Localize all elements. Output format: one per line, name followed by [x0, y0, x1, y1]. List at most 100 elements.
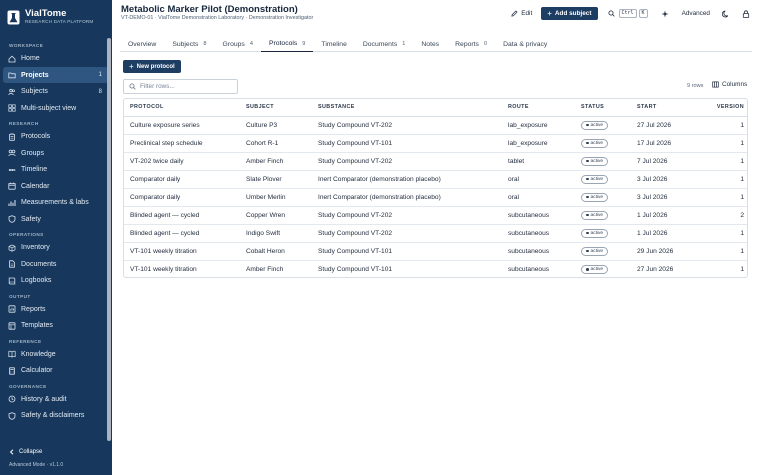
table-row[interactable]: Blinded agent — cycled Indigo Swift Study …	[124, 224, 747, 243]
sidebar-scrollbar[interactable]	[107, 38, 111, 441]
tab-label: Timeline	[321, 40, 347, 48]
sidebar-item-knowledge[interactable]: Knowledge	[3, 346, 108, 362]
status-dot-icon	[586, 213, 589, 217]
brand[interactable]: VialTome RESEARCH DATA PLATFORM	[0, 0, 112, 34]
status-text: active	[590, 212, 604, 218]
tab-notes[interactable]: Notes	[413, 36, 447, 52]
sidebar-item-calendar[interactable]: Calendar	[3, 178, 108, 194]
substance-cell: Study Compound VT-202	[312, 116, 502, 135]
tab-subjects[interactable]: Subjects 8	[164, 36, 214, 52]
sidebar-item-history-audit[interactable]: History & audit	[3, 391, 108, 407]
sidebar-item-reports[interactable]: Reports	[3, 301, 108, 317]
status-badge: active	[581, 174, 609, 184]
sidebar-item-inventory[interactable]: Inventory	[3, 240, 108, 256]
columns-icon	[712, 81, 719, 88]
table-row[interactable]: Preclinical step schedule Cohort R-1 Study…	[124, 134, 747, 153]
tab-label: Overview	[128, 40, 157, 48]
page-header: Metabolic Marker Pilot (Demonstration) V…	[112, 0, 760, 28]
status-cell: active	[575, 224, 631, 243]
command-search-button[interactable]: Ctrl K	[607, 9, 650, 18]
substance-cell: Study Compound VT-202	[312, 206, 502, 225]
tab-groups[interactable]: Groups 4	[215, 36, 261, 52]
collapse-button[interactable]: Collapse	[0, 445, 112, 459]
route-cell: lab_exposure	[502, 134, 575, 153]
column-header-start[interactable]: START	[631, 99, 699, 117]
start-cell: 1 Jul 2026	[631, 224, 699, 243]
filter-rows-field[interactable]	[123, 79, 238, 94]
sidebar-item-count: 8	[98, 88, 102, 95]
table-row[interactable]: Comparator daily Slate Plover Inert Compar…	[124, 170, 747, 189]
search-icon	[607, 10, 615, 17]
sidebar-item-projects[interactable]: Projects 1	[3, 67, 108, 83]
column-header-status[interactable]: STATUS	[575, 99, 631, 117]
status-badge: active	[581, 192, 609, 202]
home-icon	[8, 55, 16, 63]
sidebar-nav: WORKSPACE Home Projects 1 Subjects 8 Multi-sub…	[0, 38, 112, 445]
add-subject-button[interactable]: + Add subject	[541, 7, 598, 20]
sidebar-item-subjects[interactable]: Subjects 8	[3, 84, 108, 100]
lock-button[interactable]	[741, 9, 750, 18]
status-cell: active	[575, 260, 631, 277]
edit-button[interactable]: Edit	[506, 7, 537, 20]
protocols-table-container: PROTOCOL SUBJECT SUBSTANCE ROUTE STATUS START…	[123, 98, 748, 278]
chart-icon	[8, 199, 16, 207]
tab-protocols[interactable]: Protocols 9	[260, 36, 314, 52]
column-header-subject[interactable]: SUBJECT	[240, 99, 312, 117]
sidebar-item-calculator[interactable]: Calculator	[3, 363, 108, 379]
table-row[interactable]: Culture exposure series Culture P3 Study C…	[124, 116, 747, 135]
subject-cell: Cobalt Heron	[240, 242, 312, 261]
table-row[interactable]: Comparator daily Umber Merlin Inert Compar…	[124, 188, 747, 207]
substance-cell: Inert Comparator (demonstration placebo)	[312, 188, 502, 207]
sidebar-item-home[interactable]: Home	[3, 51, 108, 67]
sidebar-item-templates[interactable]: Templates	[3, 318, 108, 334]
new-protocol-button[interactable]: + New protocol	[123, 60, 181, 73]
tab-data-privacy[interactable]: Data & privacy	[495, 36, 555, 52]
columns-button[interactable]: Columns	[712, 81, 747, 88]
start-cell: 29 Jun 2026	[631, 242, 699, 261]
protocol-cell: VT-101 weekly titration	[130, 265, 197, 273]
sidebar-item-safety-disclaimers[interactable]: Safety & disclaimers	[3, 408, 108, 424]
table-row[interactable]: VT-101 weekly titration Cobalt Heron Study…	[124, 242, 747, 261]
users-icon	[8, 88, 16, 96]
protocol-cell: VT-202 twice daily	[124, 152, 240, 171]
grid-icon	[8, 104, 16, 112]
sidebar-item-label: Documents	[21, 260, 57, 268]
tab-documents[interactable]: Documents 1	[355, 36, 414, 52]
sidebar-item-multi-subject-view[interactable]: Multi-subject view	[3, 100, 108, 116]
edit-label: Edit	[521, 10, 533, 17]
subject-cell: Cohort R-1	[240, 134, 312, 153]
sidebar-item-groups[interactable]: Groups	[3, 145, 108, 161]
table-row[interactable]: Blinded agent — cycled Copper Wren Study C…	[124, 206, 747, 225]
column-header-protocol[interactable]: PROTOCOL	[124, 99, 240, 117]
tab-overview[interactable]: Overview	[120, 36, 164, 52]
protocol-cell: Blinded agent — cycled	[124, 206, 240, 225]
table-row[interactable]: VT-202 twice daily Amber Finch Study Compo…	[124, 152, 747, 171]
column-header-route[interactable]: ROUTE	[502, 99, 575, 117]
status-badge: active	[581, 246, 609, 256]
sidebar-item-label: Multi-subject view	[21, 104, 77, 112]
tab-reports[interactable]: Reports 0	[447, 36, 495, 52]
sidebar-section-title: WORKSPACE	[9, 43, 44, 48]
protocol-cell: VT-101 weekly titration	[124, 242, 240, 261]
pencil-icon	[511, 10, 518, 17]
column-header-version[interactable]: VERSION	[699, 99, 747, 117]
theme-toggle-button[interactable]	[721, 9, 730, 18]
sidebar-item-protocols[interactable]: Protocols	[3, 129, 108, 145]
sidebar-item-safety[interactable]: Safety	[3, 211, 108, 227]
table-row[interactable]: VT-101 weekly titration Amber Finch Study …	[124, 260, 747, 277]
route-cell: oral	[502, 170, 575, 189]
advanced-toggle[interactable]: Advanced	[682, 10, 710, 17]
filter-rows-input[interactable]	[140, 83, 235, 90]
sidebar-item-label: Protocols	[21, 133, 51, 140]
column-header-substance[interactable]: SUBSTANCE	[312, 99, 502, 117]
sparkle-button[interactable]	[661, 9, 670, 18]
page-title: Metabolic Marker Pilot (Demonstration)	[121, 4, 298, 15]
sidebar-section-title: GOVERNANCE	[9, 383, 47, 389]
sidebar-item-label: Templates	[21, 322, 53, 329]
sidebar-item-logbooks[interactable]: Logbooks	[3, 273, 108, 289]
sidebar-item-documents[interactable]: Documents	[3, 256, 108, 272]
sidebar-item-timeline[interactable]: Timeline	[3, 162, 108, 178]
version-cell: 1	[699, 152, 747, 171]
tab-timeline[interactable]: Timeline	[313, 36, 354, 52]
sidebar-item-measurements-labs[interactable]: Measurements & labs	[3, 195, 108, 211]
